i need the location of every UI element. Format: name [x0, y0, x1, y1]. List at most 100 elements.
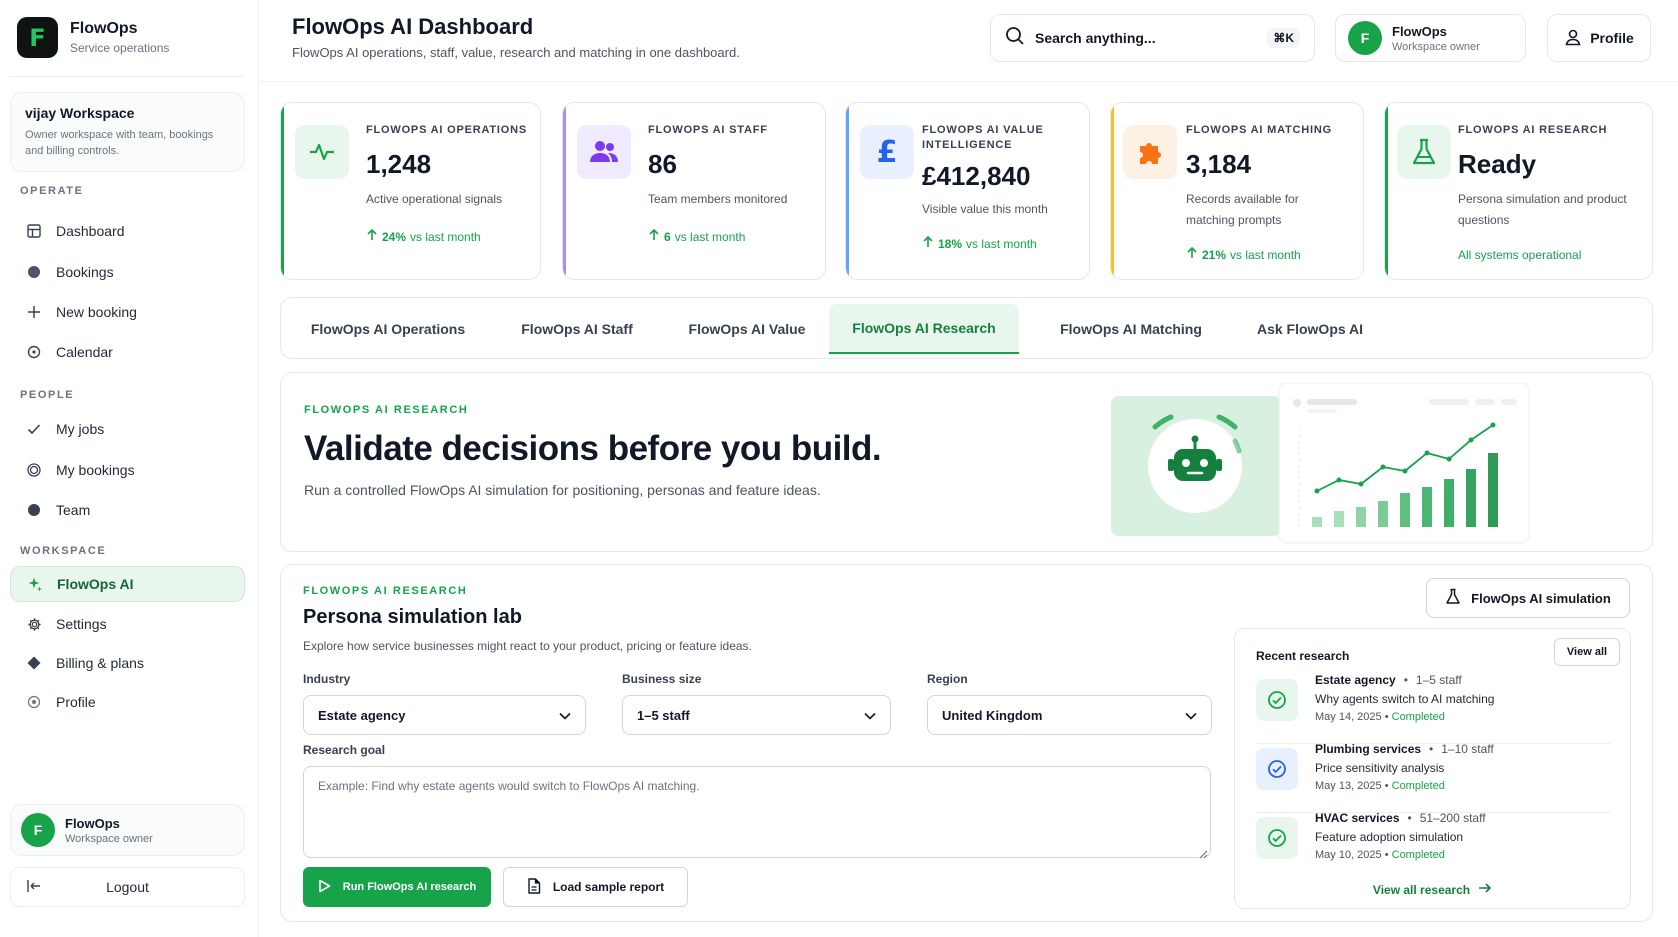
stat-desc: Active operational signals	[366, 192, 503, 206]
list-item[interactable]: Plumbing services • 1–10 staff Price sensi…	[1256, 742, 1611, 810]
stat-trend: 6 vs last month	[648, 228, 745, 244]
business-size-label: Business size	[622, 672, 702, 686]
research-goal-input[interactable]	[303, 766, 1211, 858]
stat-label: FLOWOPS AI RESEARCH	[1458, 124, 1608, 136]
section-label-people: PEOPLE	[20, 389, 75, 401]
grid-icon	[26, 223, 42, 239]
search-shortcut: ⌘K	[1267, 28, 1300, 48]
chevron-down-icon	[864, 708, 876, 723]
research-topic: Why agents switch to AI matching	[1315, 692, 1495, 706]
research-industry-line: HVAC services • 51–200 staff	[1315, 811, 1486, 825]
industry-value: Estate agency	[318, 707, 406, 723]
run-research-button[interactable]: Run FlowOps AI research	[303, 867, 491, 907]
list-item[interactable]: HVAC services • 51–200 staff Feature adopt…	[1256, 811, 1611, 879]
research-meta: May 14, 2025 • Completed	[1315, 711, 1445, 723]
brand-subtitle: Service operations	[70, 41, 170, 55]
brand-logo: F	[17, 17, 58, 58]
sidebar-item-calendar[interactable]: Calendar	[10, 334, 245, 370]
tab-value[interactable]: FlowOps AI Value	[661, 304, 833, 354]
check-circle-icon	[1256, 679, 1298, 721]
arrow-up-icon	[648, 228, 660, 244]
sidebar-item-label: Calendar	[56, 344, 113, 360]
research-meta: May 10, 2025 • Completed	[1315, 849, 1445, 861]
load-sample-report-button[interactable]: Load sample report	[503, 867, 688, 907]
research-hero: FLOWOPS AI RESEARCH Validate decisions b…	[280, 372, 1653, 552]
flowops-ai-simulation-button[interactable]: FlowOps AI simulation	[1426, 578, 1630, 618]
view-all-research-link[interactable]: View all research	[1235, 882, 1630, 897]
ring-icon	[26, 462, 42, 478]
sidebar-item-profile[interactable]: Profile	[10, 684, 245, 720]
users-icon	[577, 125, 631, 179]
search-box[interactable]: ⌘K	[990, 14, 1315, 62]
sidebar-item-dashboard[interactable]: Dashboard	[10, 213, 245, 249]
lab-eyebrow: FLOWOPS AI RESEARCH	[303, 585, 468, 597]
sidebar-item-label: My jobs	[56, 421, 105, 437]
circle-icon	[26, 264, 42, 280]
stat-trend: 21% vs last month	[1186, 246, 1301, 262]
target-icon	[26, 694, 42, 710]
sidebar-item-bookings[interactable]: Bookings	[10, 254, 245, 290]
stat-card-research[interactable]: FLOWOPS AI RESEARCH Ready Persona simula…	[1384, 102, 1653, 280]
stat-card-value[interactable]: £ FLOWOPS AI VALUE INTELLIGENCE £412,840…	[845, 102, 1090, 280]
sidebar-item-billing[interactable]: Billing & plans	[10, 645, 245, 681]
business-size-select[interactable]: 1–5 staff	[622, 695, 891, 735]
lab-title: Persona simulation lab	[303, 606, 522, 628]
tab-staff[interactable]: FlowOps AI Staff	[493, 304, 661, 354]
resize-grip-icon[interactable]	[1199, 846, 1208, 864]
workspace-card[interactable]: vijay Workspace Owner workspace with tea…	[10, 92, 245, 172]
list-item[interactable]: Estate agency • 1–5 staff Why agents switc…	[1256, 673, 1611, 741]
tab-operations[interactable]: FlowOps AI Operations	[291, 304, 485, 354]
stat-card-operations[interactable]: FLOWOPS AI OPERATIONS 1,248 Active opera…	[280, 102, 541, 280]
region-label: Region	[927, 672, 968, 686]
sidebar-item-team[interactable]: Team	[10, 492, 245, 528]
diamond-icon	[26, 655, 42, 671]
stat-label: FLOWOPS AI OPERATIONS	[366, 124, 528, 136]
sidebar-item-label: Billing & plans	[56, 655, 144, 671]
business-size-value: 1–5 staff	[637, 707, 690, 723]
brand-name: FlowOps	[70, 20, 138, 37]
avatar: F	[21, 813, 55, 847]
section-label-workspace: WORKSPACE	[20, 545, 107, 557]
stat-label: FLOWOPS AI STAFF	[648, 124, 768, 136]
tab-ask[interactable]: Ask FlowOps AI	[1229, 304, 1391, 354]
stat-card-matching[interactable]: FLOWOPS AI MATCHING 3,184 Records availa…	[1110, 102, 1364, 280]
recent-research-title: Recent research	[1256, 649, 1350, 663]
stat-desc: Records available for matching prompts	[1186, 192, 1299, 227]
sidebar-item-my-bookings[interactable]: My bookings	[10, 452, 245, 488]
tab-research[interactable]: FlowOps AI Research	[829, 304, 1019, 354]
profile-label: Profile	[1590, 30, 1634, 46]
profile-button[interactable]: Profile	[1547, 14, 1651, 62]
page-subtitle: FlowOps AI operations, staff, value, res…	[292, 45, 740, 60]
load-button-label: Load sample report	[552, 880, 665, 894]
stat-accent-bar	[1111, 103, 1114, 279]
stat-value: Ready	[1458, 149, 1537, 179]
region-select[interactable]: United Kingdom	[927, 695, 1212, 735]
sidebar-divider	[10, 76, 244, 77]
industry-select[interactable]: Estate agency	[303, 695, 586, 735]
plus-icon	[26, 304, 42, 320]
tab-matching[interactable]: FlowOps AI Matching	[1033, 304, 1229, 354]
stat-card-staff[interactable]: FLOWOPS AI STAFF 86 Team members monitor…	[562, 102, 826, 280]
brand[interactable]: F FlowOps Service operations	[17, 17, 169, 58]
stat-trend: 18% vs last month	[922, 235, 1037, 251]
sidebar-item-new-booking[interactable]: New booking	[10, 294, 245, 330]
sidebar-item-settings[interactable]: Settings	[10, 606, 245, 642]
stat-trend: 24% vs last month	[366, 228, 481, 244]
page-title: FlowOps AI Dashboard	[292, 14, 534, 39]
search-input[interactable]	[1035, 30, 1258, 46]
check-circle-icon	[1256, 748, 1298, 790]
sidebar-user-card[interactable]: F FlowOps Workspace owner	[10, 804, 245, 856]
stat-value: 1,248	[366, 149, 432, 179]
circle-icon	[26, 502, 42, 518]
sidebar-item-flowops-ai[interactable]: FlowOps AI	[10, 566, 245, 602]
sidebar-item-my-jobs[interactable]: My jobs	[10, 411, 245, 447]
view-all-button[interactable]: View all	[1554, 638, 1620, 666]
logout-button[interactable]: Logout	[10, 867, 245, 907]
sidebar-item-label: Settings	[56, 616, 107, 632]
robot-chart-illustration	[1111, 382, 1530, 544]
tab-bar: FlowOps AI Operations FlowOps AI Staff F…	[280, 297, 1653, 359]
account-switcher[interactable]: F FlowOps Workspace owner	[1335, 14, 1526, 62]
sidebar-item-label: Dashboard	[56, 223, 125, 239]
hero-illustration	[1111, 382, 1531, 551]
flask-icon	[1445, 588, 1461, 608]
